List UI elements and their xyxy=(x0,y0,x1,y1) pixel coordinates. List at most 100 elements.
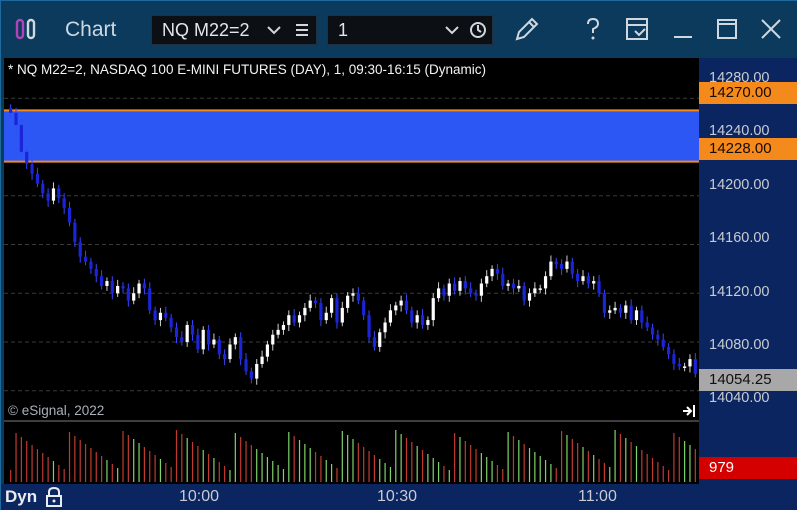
volume-bar xyxy=(550,464,552,482)
volume-bar xyxy=(191,442,194,482)
candle-body xyxy=(308,300,312,308)
symbol-value[interactable]: NQ M22=2 xyxy=(162,20,250,41)
volume-bar xyxy=(63,469,65,482)
volume-bar xyxy=(518,440,520,482)
volume-bar xyxy=(298,440,301,482)
symbol-selector[interactable]: NQ M22=2 xyxy=(151,15,317,45)
volume-bar xyxy=(181,434,183,482)
candle-body xyxy=(137,283,141,294)
volume-bar xyxy=(443,466,445,482)
price-plot[interactable] xyxy=(4,58,699,484)
volume-bar xyxy=(42,453,44,482)
volume-bar xyxy=(234,433,236,482)
candle-body xyxy=(164,312,168,318)
volume-bar xyxy=(52,461,55,482)
window-link-icon[interactable] xyxy=(621,13,653,45)
volume-bar xyxy=(74,436,76,482)
zone-lower-tag[interactable]: 14228.00 xyxy=(699,138,797,160)
volume-bar xyxy=(619,434,622,482)
volume-bar xyxy=(507,432,509,482)
time-label: 10:30 xyxy=(377,488,418,505)
close-icon[interactable] xyxy=(755,13,787,45)
candle-body xyxy=(618,307,623,313)
volume-bar xyxy=(154,455,156,482)
candle-body xyxy=(640,310,644,323)
candle-body xyxy=(185,324,189,343)
candle-body xyxy=(634,310,639,321)
clock-icon[interactable] xyxy=(468,19,488,41)
time-mode-label[interactable]: Dyn xyxy=(5,487,37,507)
volume-bar xyxy=(454,433,456,482)
volume-bar xyxy=(582,447,584,482)
candle-body xyxy=(14,112,18,126)
volume-bar xyxy=(480,453,482,482)
chevron-down-icon[interactable] xyxy=(442,19,462,41)
help-icon[interactable] xyxy=(577,13,609,45)
candle-body xyxy=(485,276,489,284)
candle-body xyxy=(19,125,23,152)
volume-bar xyxy=(101,456,103,482)
volume-bar xyxy=(684,441,686,482)
last-volume-tag: 979 xyxy=(699,457,797,479)
volume-bar xyxy=(384,463,386,482)
volume-bar xyxy=(566,435,568,482)
volume-bar xyxy=(304,444,306,482)
volume-bar xyxy=(651,458,654,482)
candle-body xyxy=(501,273,505,286)
candle-body xyxy=(276,329,280,335)
candle-body xyxy=(73,222,77,243)
candle-body xyxy=(46,193,50,201)
candle-body xyxy=(399,300,403,306)
volume-bar xyxy=(15,433,17,482)
volume-bar xyxy=(314,452,317,482)
volume-bar xyxy=(341,431,343,482)
interval-value[interactable]: 1 xyxy=(338,20,348,41)
zone-upper-tag[interactable]: 14270.00 xyxy=(699,82,797,104)
candle-body xyxy=(265,344,270,357)
candle-body xyxy=(351,293,355,296)
app-icon xyxy=(15,18,36,40)
price-level-label: 14080.00 xyxy=(709,337,770,353)
minimize-icon[interactable] xyxy=(667,13,699,45)
candle-body xyxy=(51,188,56,201)
volume-bar xyxy=(186,438,188,482)
candle-body xyxy=(554,261,558,265)
chart-area[interactable]: * NQ M22=2, NASDAQ 100 E-MINI FUTURES (D… xyxy=(4,58,797,484)
volume-bar xyxy=(26,441,28,482)
candle-body xyxy=(650,327,655,335)
interval-selector[interactable]: 1 xyxy=(327,15,493,45)
last-price-tag: 14054.25 xyxy=(699,369,797,391)
candle-body xyxy=(249,371,253,379)
volume-bar xyxy=(657,462,659,482)
volume-bar xyxy=(609,467,611,482)
volume-bar xyxy=(218,462,220,482)
candle-body xyxy=(543,276,548,289)
candle-body xyxy=(330,298,334,313)
candle-body xyxy=(217,339,221,355)
time-axis[interactable]: Dyn 10:00 10:30 11:00 xyxy=(1,484,797,510)
volume-bar xyxy=(95,452,97,482)
volume-bar xyxy=(470,445,472,482)
maximize-icon[interactable] xyxy=(711,13,743,45)
candle-body xyxy=(126,288,130,301)
price-level-label: 14200.00 xyxy=(709,177,770,193)
candle-body xyxy=(372,337,376,347)
menu-icon[interactable] xyxy=(292,19,312,41)
volume-bar xyxy=(138,443,140,482)
candle-body xyxy=(303,307,307,316)
volume-bar xyxy=(282,469,285,482)
volume-bar xyxy=(421,450,424,482)
pencil-icon[interactable] xyxy=(511,13,543,45)
lock-icon[interactable] xyxy=(45,486,63,508)
scroll-to-end-icon[interactable] xyxy=(680,402,698,420)
volume-bar xyxy=(288,432,290,482)
price-level-label: 14240.00 xyxy=(709,123,770,139)
price-axis[interactable]: 14280.00 14240.00 14200.00 14160.00 1412… xyxy=(699,58,797,484)
volume-bar xyxy=(175,430,178,482)
candle-body xyxy=(479,283,483,296)
volume-bar xyxy=(486,457,488,482)
volume-bar xyxy=(20,437,22,482)
candle-body xyxy=(677,363,681,367)
volume-bar xyxy=(587,451,589,482)
chevron-down-icon[interactable] xyxy=(264,19,284,41)
